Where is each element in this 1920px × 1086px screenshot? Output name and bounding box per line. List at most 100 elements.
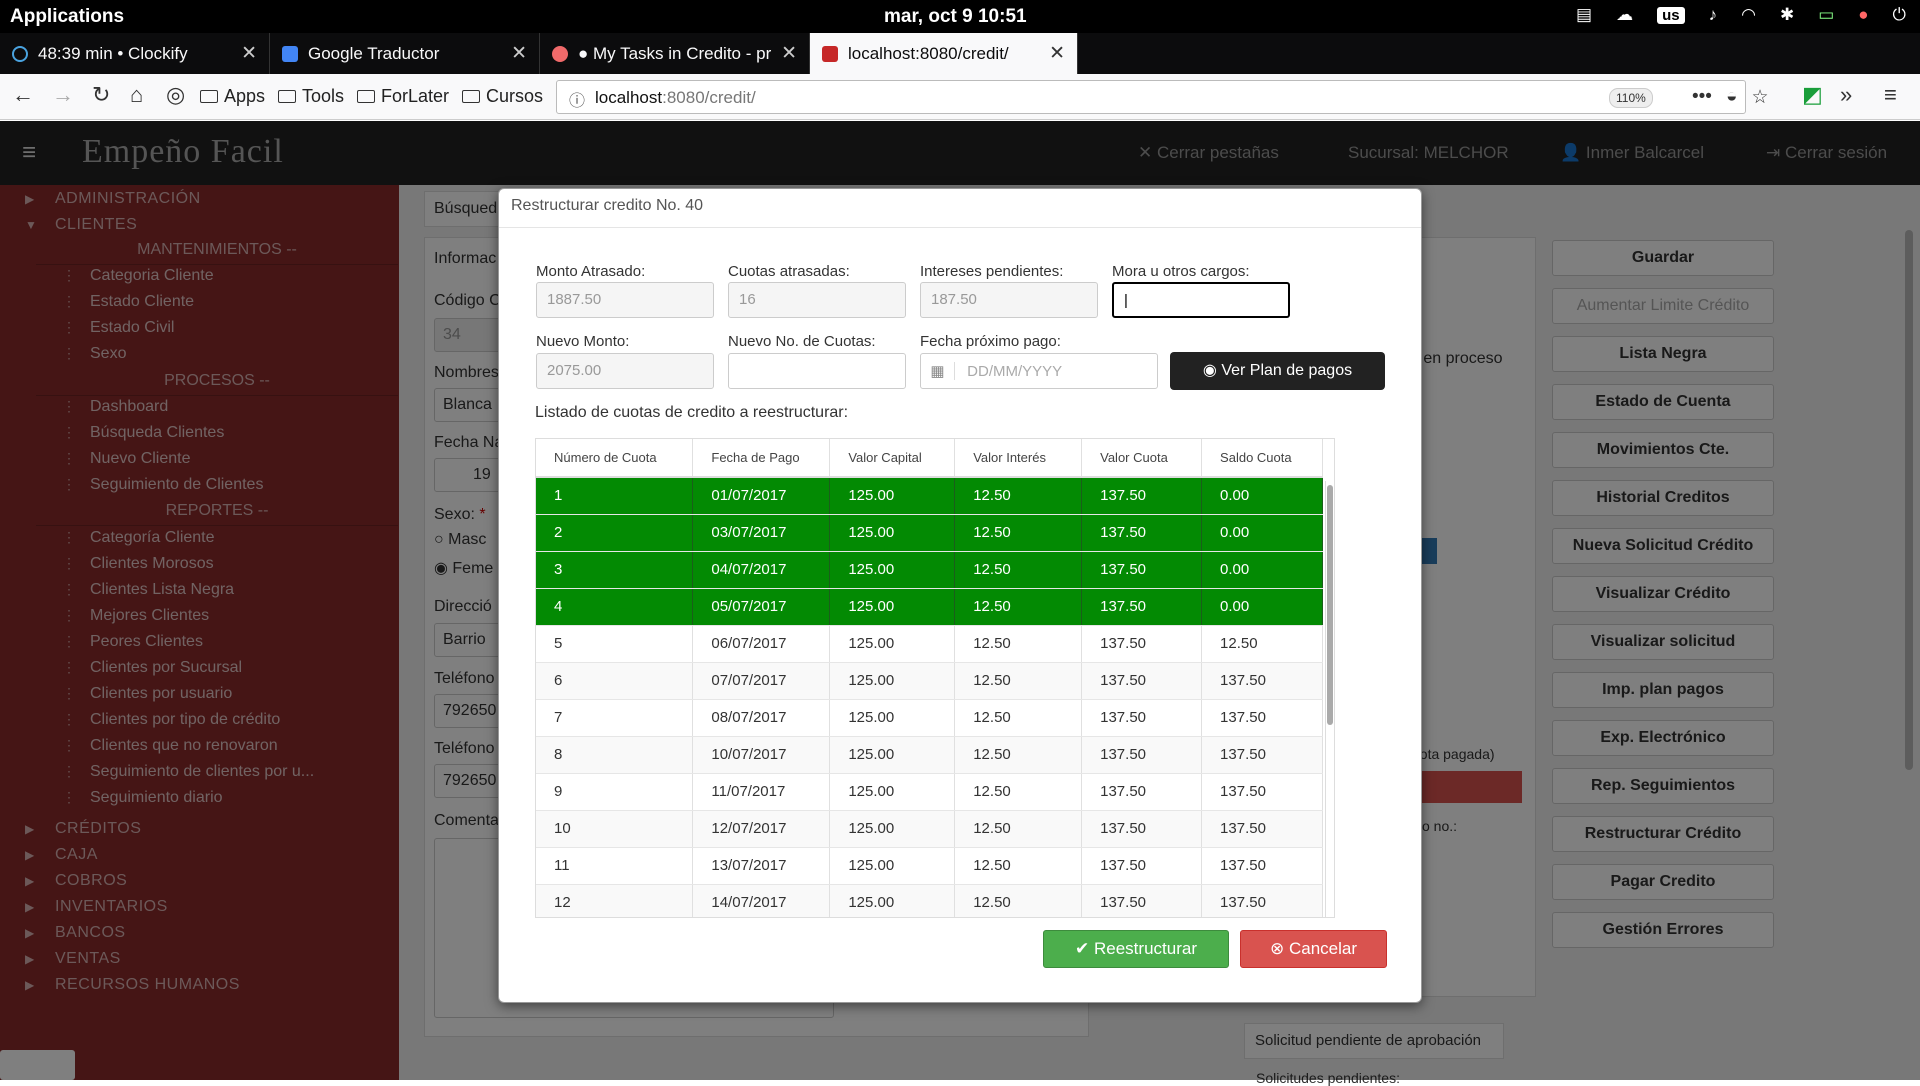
table-cell: 12.50	[954, 810, 1083, 848]
browser-tab-tasks[interactable]: ● My Tasks in Credito - pr ✕	[540, 33, 810, 74]
overflow-icon[interactable]: »	[1840, 82, 1852, 108]
fecha-proximo-pago-input[interactable]: ▦ DD/MM/YYYY	[920, 353, 1158, 389]
table-row[interactable]: 1 01/07/2017 125.00 12.50 137.50 0.00	[536, 477, 1323, 515]
table-cell: 125.00	[829, 699, 956, 737]
wifi-icon[interactable]: ◠	[1741, 5, 1756, 25]
table-cell: 125.00	[829, 773, 956, 811]
system-clock[interactable]: mar, oct 9 10:51	[884, 6, 1027, 28]
table-cell: 125.00	[829, 662, 956, 700]
table-scrollbar[interactable]	[1325, 481, 1334, 917]
keyboard-layout-indicator[interactable]: us	[1657, 6, 1685, 24]
back-icon[interactable]: ←	[12, 82, 34, 108]
bookmark-tools[interactable]: Tools	[278, 86, 344, 107]
power-icon[interactable]: ⏻	[1893, 5, 1906, 25]
applications-menu[interactable]: Applications	[10, 6, 124, 28]
table-cell: 7	[536, 699, 694, 737]
table-row[interactable]: 5 06/07/2017 125.00 12.50 137.50 12.50	[536, 625, 1323, 663]
column-header[interactable]: Fecha de Pago	[692, 439, 831, 478]
monto-atrasado-value: 1887.50	[547, 291, 602, 308]
clipboard-icon[interactable]: ▤	[1576, 5, 1592, 25]
forward-icon[interactable]: →	[52, 82, 74, 108]
close-tab-icon[interactable]: ✕	[241, 42, 257, 65]
column-header[interactable]: Valor Interés	[954, 439, 1083, 478]
bluetooth-icon[interactable]: ✱	[1780, 5, 1794, 25]
browser-tab-translate[interactable]: Google Traductor ✕	[270, 33, 540, 74]
table-row[interactable]: 7 08/07/2017 125.00 12.50 137.50 137.50	[536, 699, 1323, 737]
close-tab-icon[interactable]: ✕	[511, 42, 527, 65]
table-cell: 1	[536, 477, 694, 515]
button-label: Ver Plan de pagos	[1221, 362, 1353, 379]
table-cell: 12.50	[954, 477, 1083, 515]
extension-icon[interactable]: ◩	[1802, 82, 1823, 108]
table-cell: 12.50	[954, 588, 1083, 626]
nuevo-cuotas-input[interactable]	[728, 353, 906, 389]
reload-icon[interactable]: ↻	[92, 82, 110, 108]
battery-icon[interactable]: ▭	[1818, 5, 1834, 25]
url-host: localhost	[595, 88, 663, 107]
globe-icon[interactable]: ◎	[166, 82, 185, 108]
close-tab-icon[interactable]: ✕	[1049, 42, 1065, 65]
column-header[interactable]: Valor Cuota	[1081, 439, 1203, 478]
intereses-value: 187.50	[931, 291, 977, 308]
bookmark-forlater[interactable]: ForLater	[357, 86, 449, 107]
table-cell: 3	[536, 551, 694, 589]
close-tab-icon[interactable]: ✕	[781, 42, 797, 65]
tab-title: ● My Tasks in Credito - pr	[578, 43, 772, 63]
nuevo-monto-input[interactable]: 2075.00	[536, 353, 714, 389]
column-header[interactable]: Saldo Cuota	[1201, 439, 1323, 478]
monto-atrasado-input[interactable]: 1887.50	[536, 282, 714, 318]
table-row[interactable]: 9 11/07/2017 125.00 12.50 137.50 137.50	[536, 773, 1323, 811]
table-row[interactable]: 12 14/07/2017 125.00 12.50 137.50 137.50	[536, 884, 1323, 917]
system-tray: ▤ ☁ us ♪ ◠ ✱ ▭ ● ⏻	[1576, 5, 1906, 25]
table-cell: 10/07/2017	[692, 736, 831, 774]
url-bar[interactable]: ⓘ localhost:8080/credit/ 110% ••• ◒ ☆	[556, 80, 1769, 114]
table-row[interactable]: 6 07/07/2017 125.00 12.50 137.50 137.50	[536, 662, 1323, 700]
table-cell: 06/07/2017	[692, 625, 831, 663]
table-cell: 137.50	[1081, 884, 1203, 917]
table-row[interactable]: 4 05/07/2017 125.00 12.50 137.50 0.00	[536, 588, 1323, 626]
bookmark-label: Tools	[302, 86, 345, 106]
cancelar-button[interactable]: ⊗ Cancelar	[1240, 930, 1387, 968]
scrollbar-thumb[interactable]	[1327, 485, 1333, 725]
table-cell: 11/07/2017	[692, 773, 831, 811]
cuotas-atrasadas-input[interactable]: 16	[728, 282, 906, 318]
reestructurar-button[interactable]: ✔ Reestructurar	[1043, 930, 1229, 968]
intereses-pendientes-input[interactable]: 187.50	[920, 282, 1098, 318]
calendar-icon[interactable]: ▦	[921, 362, 955, 380]
bookmark-cursos[interactable]: Cursos	[462, 86, 543, 107]
table-row[interactable]: 8 10/07/2017 125.00 12.50 137.50 137.50	[536, 736, 1323, 774]
site-info-icon[interactable]: ⓘ	[569, 87, 585, 111]
bookmark-apps[interactable]: Apps	[200, 86, 265, 107]
table-cell: 137.50	[1201, 699, 1323, 737]
table-cell: 125.00	[829, 477, 956, 515]
hamburger-menu-icon[interactable]: ≡	[1884, 82, 1897, 108]
browser-nav-bar: ← → ↻ ⌂ ◎ Apps Tools ForLater Cursos ⓘ l…	[0, 74, 1920, 120]
bookmark-star-icon[interactable]: ☆	[1751, 86, 1768, 109]
tab-title: 48:39 min • Clockify	[38, 43, 188, 63]
column-header[interactable]: Valor Capital	[829, 439, 956, 478]
volume-icon[interactable]: ♪	[1709, 5, 1718, 25]
weather-icon[interactable]: ☁	[1616, 5, 1633, 25]
browser-tab-credit[interactable]: localhost:8080/credit/ ✕	[810, 33, 1078, 74]
more-actions-icon[interactable]: •••	[1692, 86, 1712, 109]
nuevo-cuotas-label: Nuevo No. de Cuotas:	[728, 333, 876, 350]
table-cell: 12.50	[954, 884, 1083, 917]
column-header[interactable]: Número de Cuota	[536, 439, 694, 478]
notification-icon[interactable]: ●	[1858, 5, 1868, 25]
table-row[interactable]: 3 04/07/2017 125.00 12.50 137.50 0.00	[536, 551, 1323, 589]
table-row[interactable]: 10 12/07/2017 125.00 12.50 137.50 137.50	[536, 810, 1323, 848]
mora-input[interactable]: |	[1112, 282, 1290, 318]
table-cell: 0.00	[1201, 514, 1323, 552]
ver-plan-pagos-button[interactable]: ◉ Ver Plan de pagos	[1170, 352, 1385, 390]
table-cell: 0.00	[1201, 551, 1323, 589]
table-row[interactable]: 2 03/07/2017 125.00 12.50 137.50 0.00	[536, 514, 1323, 552]
home-icon[interactable]: ⌂	[130, 82, 143, 108]
zoom-badge[interactable]: 110%	[1609, 88, 1653, 108]
url-path: :8080/credit/	[662, 88, 756, 107]
pocket-icon[interactable]: ◒	[1726, 86, 1737, 109]
table-cell: 13/07/2017	[692, 847, 831, 885]
table-cell: 12/07/2017	[692, 810, 831, 848]
browser-tab-clockify[interactable]: 48:39 min • Clockify ✕	[0, 33, 270, 74]
table-cell: 07/07/2017	[692, 662, 831, 700]
table-row[interactable]: 11 13/07/2017 125.00 12.50 137.50 137.50	[536, 847, 1323, 885]
